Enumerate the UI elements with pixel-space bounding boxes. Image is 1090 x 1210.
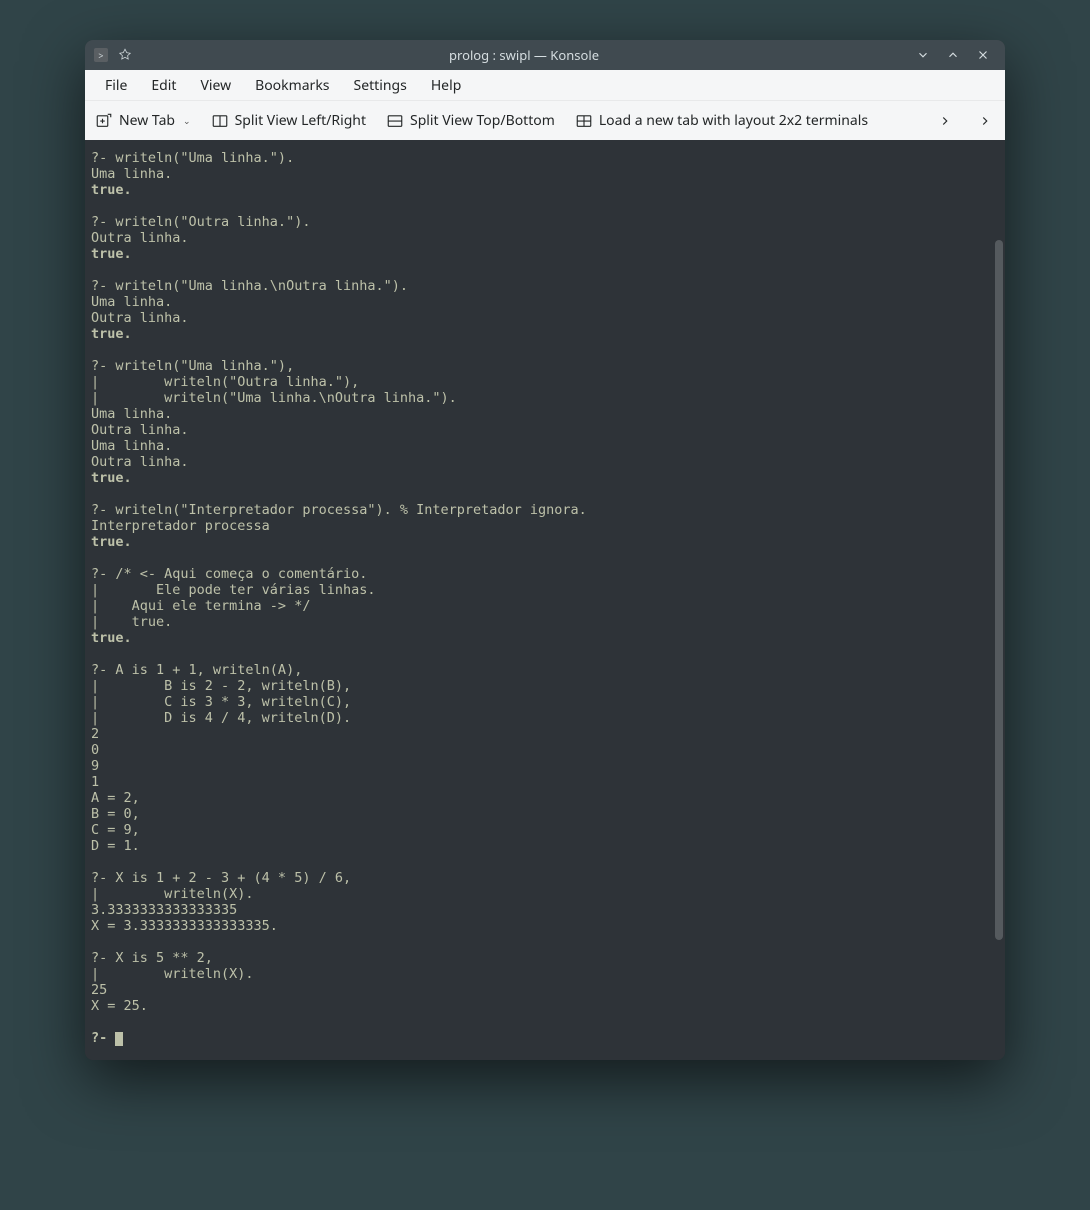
menu-settings[interactable]: Settings xyxy=(344,72,417,99)
menu-view[interactable]: View xyxy=(190,72,241,99)
load-layout-label: Load a new tab with layout 2x2 terminals xyxy=(599,111,868,130)
menu-help[interactable]: Help xyxy=(421,72,472,99)
load-layout-button[interactable]: Load a new tab with layout 2x2 terminals xyxy=(575,111,868,130)
minimize-icon[interactable] xyxy=(915,47,931,63)
new-tab-icon xyxy=(95,112,113,130)
split-lr-icon xyxy=(211,112,229,130)
split-tb-icon xyxy=(386,112,404,130)
split-lr-label: Split View Left/Right xyxy=(235,111,366,130)
new-tab-button[interactable]: New Tab ⌄ xyxy=(95,111,191,130)
konsole-window: prolog : swipl — Konsole File Edit View … xyxy=(85,40,1005,1060)
overflow-icon[interactable] xyxy=(975,111,995,131)
grid-2x2-icon xyxy=(575,112,593,130)
dropdown-icon[interactable]: ⌄ xyxy=(183,114,191,127)
new-tab-label: New Tab xyxy=(119,111,175,130)
pin-icon[interactable] xyxy=(117,47,133,63)
menu-edit[interactable]: Edit xyxy=(141,72,186,99)
cursor xyxy=(115,1032,123,1046)
split-lr-button[interactable]: Split View Left/Right xyxy=(211,111,366,130)
split-tb-button[interactable]: Split View Top/Bottom xyxy=(386,111,555,130)
menu-file[interactable]: File xyxy=(95,72,137,99)
terminal-content[interactable]: ?- writeln("Uma linha."). Uma linha. tru… xyxy=(85,140,1005,1060)
window-title: prolog : swipl — Konsole xyxy=(133,46,915,64)
toolbar: New Tab ⌄ Split View Left/Right Split Vi… xyxy=(85,100,1005,140)
scrollbar-thumb[interactable] xyxy=(995,240,1003,940)
menubar: File Edit View Bookmarks Settings Help xyxy=(85,70,1005,100)
split-tb-label: Split View Top/Bottom xyxy=(410,111,555,130)
menu-bookmarks[interactable]: Bookmarks xyxy=(245,72,339,99)
terminal-pane[interactable]: ?- writeln("Uma linha."). Uma linha. tru… xyxy=(85,140,1005,1060)
maximize-icon[interactable] xyxy=(945,47,961,63)
titlebar: prolog : swipl — Konsole xyxy=(85,40,1005,70)
terminal-icon xyxy=(93,47,109,63)
scroll-left-icon[interactable] xyxy=(935,111,955,131)
close-icon[interactable] xyxy=(975,47,991,63)
